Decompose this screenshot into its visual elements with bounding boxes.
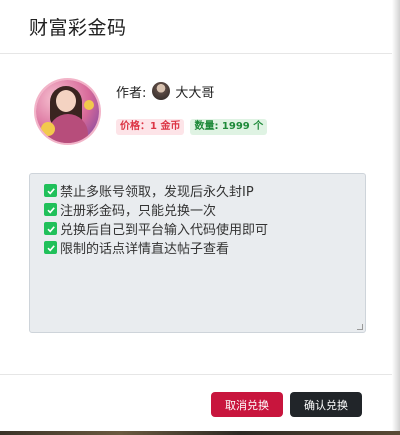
check-box-icon	[44, 184, 57, 197]
product-cover-image	[36, 80, 99, 143]
backdrop-edge	[392, 0, 400, 435]
check-box-icon	[44, 203, 57, 216]
dialog-title: 财富彩金码	[29, 17, 127, 39]
resize-handle-icon[interactable]	[357, 324, 363, 330]
rule-line: 兑换后自己到平台输入代码使用即可	[44, 219, 365, 238]
rule-text: 禁止多账号领取，发现后永久封IP	[60, 185, 254, 200]
price-badge: 价格：1 金币	[116, 119, 185, 135]
rule-text: 注册彩金码，只能兑换一次	[60, 204, 217, 219]
product-summary: 作者: 大大哥 价格：1 金币 数量: 1999 个	[36, 80, 376, 150]
check-box-icon	[44, 241, 57, 254]
author-row: 作者: 大大哥	[116, 80, 267, 102]
backdrop-image-strip	[0, 431, 400, 435]
rule-text: 兑换后自己到平台输入代码使用即可	[60, 223, 269, 238]
badge-row: 价格：1 金币 数量: 1999 个	[116, 119, 268, 135]
rules-textarea: 禁止多账号领取，发现后永久封IP 注册彩金码，只能兑换一次 兑换后自己到平台输入…	[29, 173, 366, 333]
dialog-footer: 取消兑换 确认兑换	[0, 374, 392, 431]
rule-line: 注册彩金码，只能兑换一次	[44, 200, 365, 219]
rule-line: 禁止多账号领取，发现后永久封IP	[44, 181, 365, 200]
confirm-redeem-button[interactable]: 确认兑换	[290, 392, 362, 417]
redeem-dialog: 财富彩金码 作者: 大大哥 价格：1 金币 数量: 1999 个 禁止多账号领取…	[0, 0, 392, 431]
product-info: 作者: 大大哥 价格：1 金币 数量: 1999 个	[116, 80, 268, 135]
author-name: 大大哥	[175, 85, 215, 101]
author-label: 作者:	[116, 85, 147, 101]
rule-text: 限制的话点详情直达帖子查看	[60, 242, 230, 257]
check-box-icon	[44, 222, 57, 235]
rule-line: 限制的话点详情直达帖子查看	[44, 238, 365, 257]
dialog-header: 财富彩金码	[0, 0, 392, 54]
author-avatar	[152, 82, 171, 100]
quantity-badge: 数量: 1999 个	[190, 119, 268, 135]
cancel-redeem-button[interactable]: 取消兑换	[211, 392, 283, 417]
